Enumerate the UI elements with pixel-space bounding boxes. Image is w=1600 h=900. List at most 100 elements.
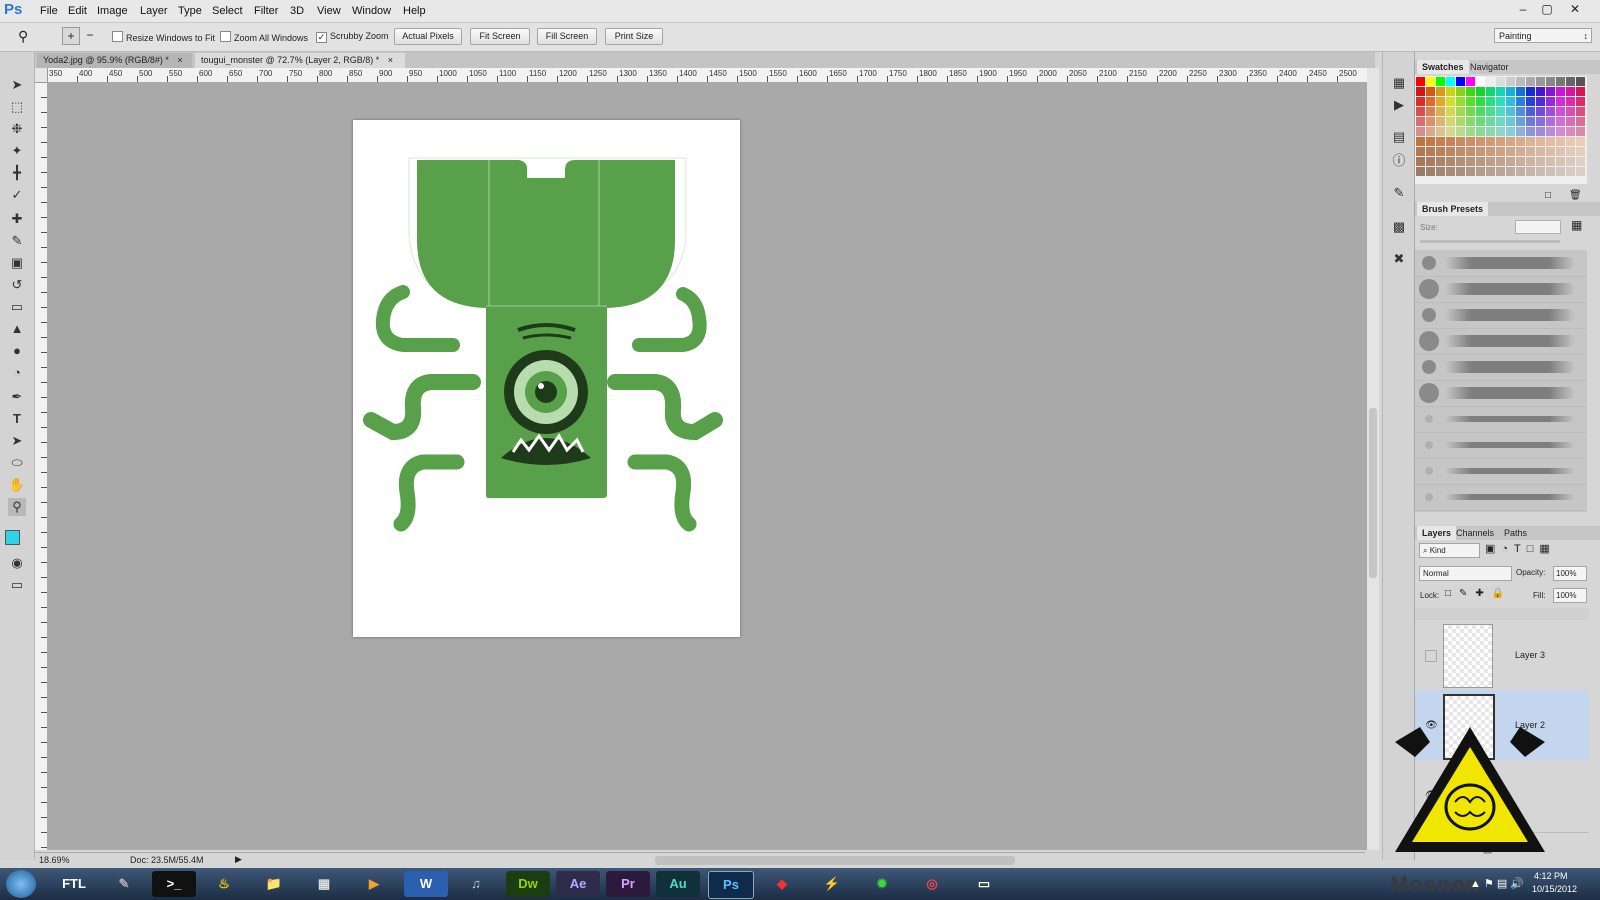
color-swatch[interactable] [1446,127,1455,136]
color-swatch[interactable] [1506,167,1515,176]
eyedropper-icon[interactable]: ✓ [8,186,26,204]
color-swatch[interactable] [1516,127,1525,136]
color-swatch[interactable] [1436,117,1445,126]
color-swatch[interactable] [1556,167,1565,176]
color-swatch[interactable] [1426,87,1435,96]
color-swatch[interactable] [1556,157,1565,166]
color-swatch[interactable] [1546,87,1555,96]
color-swatch[interactable] [1526,87,1535,96]
color-swatch[interactable] [1436,107,1445,116]
color-swatch[interactable] [1516,107,1525,116]
taskbar-calendar-icon[interactable]: ▦ [302,871,346,897]
color-swatch[interactable] [1526,157,1535,166]
taskbar-app-audition[interactable]: Au [656,871,700,897]
color-swatch[interactable] [1456,97,1465,106]
color-swatch[interactable] [1566,137,1575,146]
tab-swatches[interactable]: Swatches [1417,60,1469,74]
taskbar-media-icon[interactable]: ▶ [352,871,396,897]
resize-windows-checkbox[interactable]: Resize Windows to Fit [112,31,215,43]
color-swatch[interactable] [1566,147,1575,156]
color-swatch[interactable] [1556,97,1565,106]
color-swatch[interactable] [1456,157,1465,166]
taskbar-document-icon[interactable]: ▭ [962,871,1006,897]
color-swatch[interactable] [1466,77,1475,86]
color-swatch[interactable] [1536,147,1545,156]
color-swatch[interactable] [1556,127,1565,136]
color-swatch[interactable] [1546,77,1555,86]
screen-mode-icon[interactable]: ▭ [8,576,26,594]
color-swatch[interactable] [1526,127,1535,136]
color-swatch[interactable] [1456,77,1465,86]
color-swatch[interactable] [1506,97,1515,106]
layer-name[interactable]: Layer 3 [1515,650,1545,660]
move-tool-icon[interactable]: ➤ [8,76,26,94]
color-swatch[interactable] [1496,107,1505,116]
brush-preset-item[interactable] [1415,432,1587,459]
history-panel-icon[interactable]: ▦ [1390,74,1408,92]
fit-screen-button[interactable]: Fit Screen [470,28,530,45]
color-swatch[interactable] [1456,167,1465,176]
color-swatch[interactable] [1536,157,1545,166]
scrubby-zoom-checkbox[interactable]: ✓ Scrubby Zoom [316,31,389,43]
color-swatch[interactable] [1446,107,1455,116]
zoom-in-icon[interactable]: + [62,27,80,45]
color-swatch[interactable] [1466,147,1475,156]
color-swatch[interactable] [1486,77,1495,86]
blend-mode-select[interactable]: Normal [1419,566,1512,581]
tab-channels[interactable]: Channels [1451,526,1499,540]
menu-select[interactable]: Select [212,5,243,17]
history-brush-icon[interactable]: ↺ [8,276,26,294]
color-swatch[interactable] [1426,127,1435,136]
color-swatch[interactable] [1446,77,1455,86]
color-swatch[interactable] [1546,97,1555,106]
color-swatch[interactable] [1556,117,1565,126]
color-swatch[interactable] [1436,147,1445,156]
color-swatch[interactable] [1486,97,1495,106]
color-swatch[interactable] [1566,87,1575,96]
color-swatch[interactable] [1476,167,1485,176]
taskbar-flash-icon[interactable]: ◆ [760,871,804,897]
color-swatch[interactable] [1496,137,1505,146]
scroll-thumb[interactable] [1369,408,1377,578]
delete-swatch-icon[interactable]: 🗑 [1569,190,1582,201]
layer-filter-kind[interactable]: ⌕ Kind [1419,543,1480,558]
zoom-level[interactable]: 18.69% [39,855,70,865]
color-swatch[interactable] [1436,157,1445,166]
color-swatch[interactable] [1436,87,1445,96]
close-icon[interactable]: × [388,55,393,65]
color-swatch[interactable] [1536,167,1545,176]
zoom-all-checkbox[interactable]: Zoom All Windows [220,31,308,43]
info-panel-icon[interactable]: ⓘ [1390,152,1408,170]
taskbar-pencil-icon[interactable]: ✎ [102,871,146,897]
color-swatch[interactable] [1446,117,1455,126]
color-swatch[interactable] [1526,97,1535,106]
foreground-color-swatch[interactable] [5,530,20,545]
color-swatch[interactable] [1416,97,1425,106]
color-swatch[interactable] [1566,77,1575,86]
color-swatch[interactable] [1466,87,1475,96]
color-swatch[interactable] [1446,97,1455,106]
color-swatch[interactable] [1536,107,1545,116]
taskbar-feed-icon[interactable]: ♨ [202,871,246,897]
color-swatch[interactable] [1446,167,1455,176]
restore-button[interactable]: ▢ [1536,2,1558,18]
taskbar-app-dreamweaver[interactable]: Dw [506,871,550,897]
color-swatch[interactable] [1426,147,1435,156]
color-swatch[interactable] [1556,107,1565,116]
color-swatch[interactable] [1426,157,1435,166]
color-swatch[interactable] [1496,127,1505,136]
tab-brush-presets[interactable]: Brush Presets [1417,202,1489,216]
color-swatch[interactable] [1536,137,1545,146]
brush-preset-item[interactable] [1415,250,1587,277]
color-swatch[interactable] [1476,117,1485,126]
color-swatch[interactable] [1506,107,1515,116]
color-swatch[interactable] [1546,157,1555,166]
close-window-button[interactable]: ✕ [1564,2,1586,18]
color-swatch[interactable] [1506,117,1515,126]
color-swatch[interactable] [1576,87,1585,96]
close-icon[interactable]: × [177,55,182,65]
taskbar-app-photoshop[interactable]: Ps [708,871,754,899]
color-swatch[interactable] [1416,157,1425,166]
brush-preset-item[interactable] [1415,276,1587,303]
color-swatch[interactable] [1496,157,1505,166]
